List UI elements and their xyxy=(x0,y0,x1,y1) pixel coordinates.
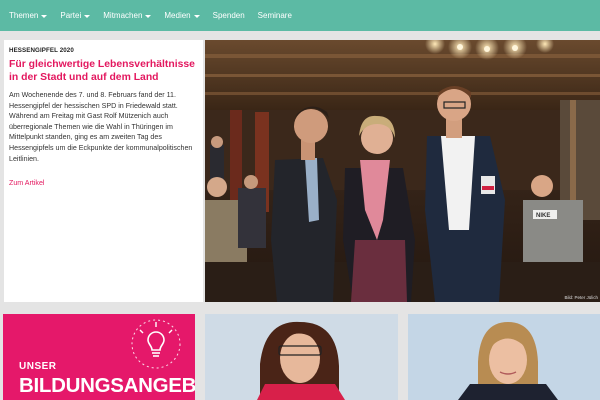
nav-item-spenden[interactable]: Spenden xyxy=(213,11,245,20)
article-headline[interactable]: Für gleichwertige Lebensverhältnisse in … xyxy=(9,58,198,84)
tile-label-line2: BILDUNGSANGEBOT xyxy=(19,374,195,397)
main-nav: Themen Partei Mitmachen Medien Spenden S… xyxy=(0,0,600,31)
chevron-down-icon xyxy=(41,14,48,18)
nav-item-partei[interactable]: Partei xyxy=(60,11,91,20)
hero-photo-illustration: NIKE xyxy=(205,40,600,302)
article-card: HESSENGIPFEL 2020 Für gleichwertige Lebe… xyxy=(4,40,203,302)
chevron-down-icon xyxy=(193,14,200,18)
nav-item-themen[interactable]: Themen xyxy=(9,11,48,20)
nav-item-label: Medien xyxy=(164,11,191,20)
portrait-illustration-2 xyxy=(408,314,600,400)
hero-shirt-text: NIKE xyxy=(536,213,550,219)
article-kicker: HESSENGIPFEL 2020 xyxy=(9,47,74,54)
nav-item-label: Themen xyxy=(9,11,39,20)
nav-item-label: Partei xyxy=(60,11,82,20)
hero-photo[interactable]: NIKE Bild: Peter Jülich xyxy=(205,40,600,302)
nav-item-medien[interactable]: Medien xyxy=(164,11,200,20)
photo-credit: Bild: Peter Jülich xyxy=(564,295,598,300)
nav-item-seminare[interactable]: Seminare xyxy=(258,11,292,20)
portrait-illustration-1 xyxy=(205,314,398,400)
lightbulb-icon xyxy=(131,319,181,369)
nav-item-label: Mitmachen xyxy=(103,11,143,20)
nav-item-label: Spenden xyxy=(212,11,245,20)
nav-item-label: Seminare xyxy=(257,11,292,20)
chevron-down-icon xyxy=(84,14,91,18)
nav-item-mitmachen[interactable]: Mitmachen xyxy=(103,11,152,20)
tile-label-line1: UNSER xyxy=(19,361,57,372)
portrait-photo-1[interactable] xyxy=(205,314,398,400)
chevron-down-icon xyxy=(145,14,152,18)
read-article-link[interactable]: Zum Artikel xyxy=(9,179,198,187)
portrait-photo-2[interactable] xyxy=(408,314,600,400)
article-teaser: Am Wochenende des 7. und 8. Februars fan… xyxy=(9,91,193,163)
